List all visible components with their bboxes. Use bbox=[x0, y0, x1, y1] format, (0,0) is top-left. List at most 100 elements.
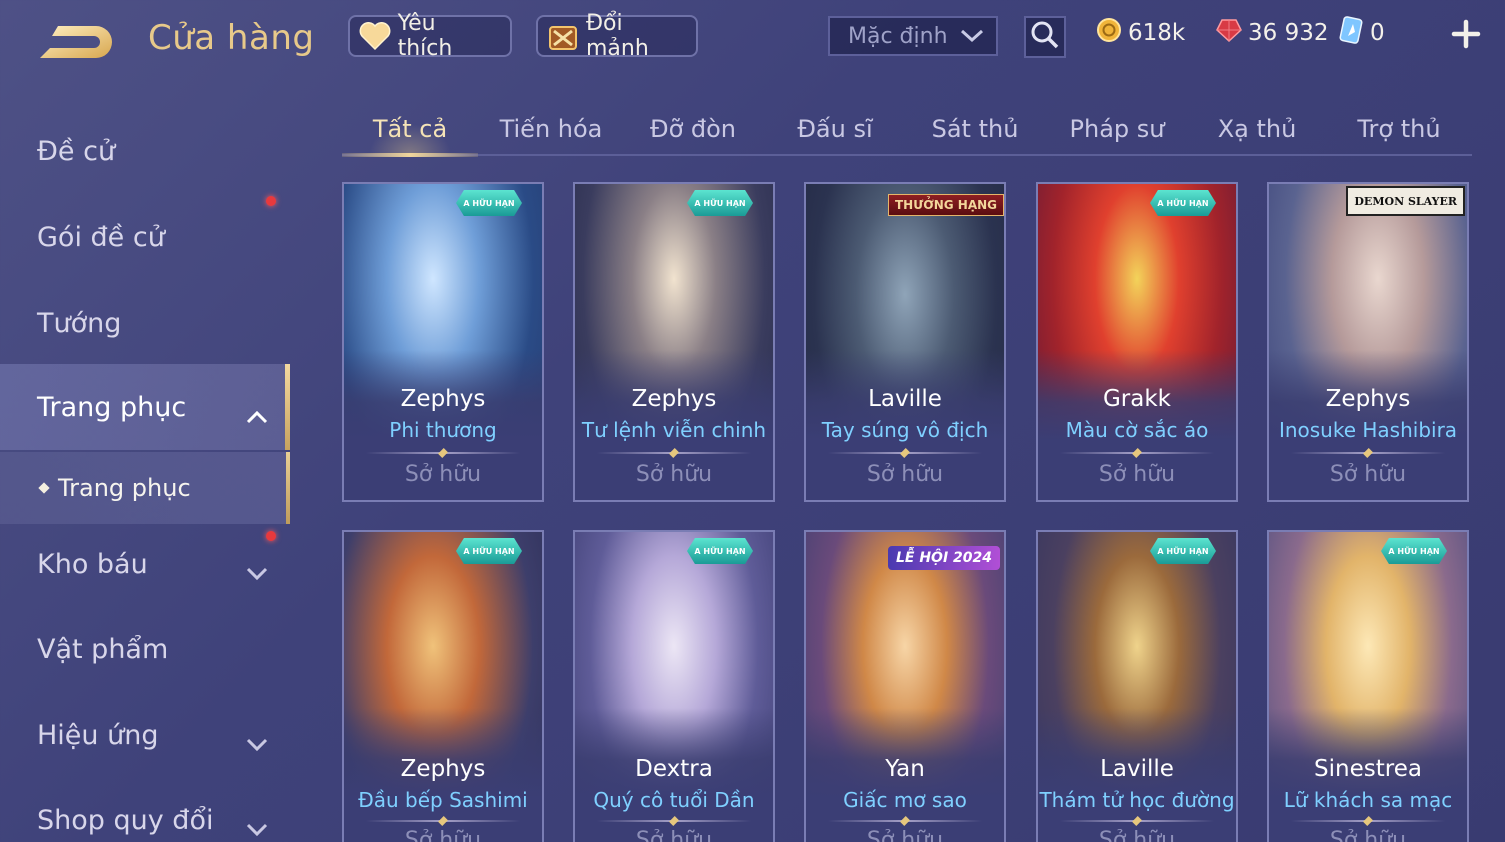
tab-mage[interactable]: Pháp sư bbox=[1050, 104, 1184, 154]
chevron-up-icon bbox=[246, 400, 268, 424]
back-arrow-icon[interactable] bbox=[36, 18, 116, 64]
tab-label: Pháp sư bbox=[1069, 115, 1165, 143]
hero-name: Laville bbox=[1100, 756, 1174, 782]
skin-name: Tay súng vô địch bbox=[821, 418, 989, 442]
card-divider bbox=[1060, 452, 1214, 454]
card-divider bbox=[366, 820, 520, 822]
owned-status: Sở hữu bbox=[866, 462, 944, 487]
heart-icon bbox=[358, 19, 392, 53]
tab-support[interactable]: Trợ thủ bbox=[1332, 104, 1466, 154]
exchange-label: Đổi mảnh bbox=[586, 11, 649, 61]
owned-status: Sở hữu bbox=[1098, 828, 1176, 842]
sidebar-subitem-label: Trang phục bbox=[58, 474, 191, 502]
category-tabs: Tất cả Tiến hóa Đỡ đòn Đấu sĩ Sát thủ Ph… bbox=[342, 104, 1472, 157]
sidebar-item-label: Hiệu ứng bbox=[37, 719, 159, 751]
card-divider bbox=[366, 452, 520, 454]
sidebar-item-recommended[interactable]: Đề cử bbox=[0, 108, 290, 194]
skin-card[interactable]: A HỮU HẠN Zephys Đầu bếp Sashimi Sở hữu bbox=[342, 530, 544, 842]
sidebar-item-effects[interactable]: Hiệu ứng bbox=[0, 692, 290, 778]
ruby-icon bbox=[1216, 17, 1242, 49]
hero-name: Yan bbox=[885, 756, 925, 782]
skin-card[interactable]: A HỮU HẠN Grakk Màu cờ sắc áo Sở hữu bbox=[1036, 182, 1238, 502]
sort-dropdown[interactable]: Mặc định bbox=[828, 16, 998, 56]
tab-assassin[interactable]: Sát thủ bbox=[908, 104, 1042, 154]
skin-card[interactable]: THƯỞNG HẠNG Laville Tay súng vô địch Sở … bbox=[804, 182, 1006, 502]
owned-status: Sở hữu bbox=[635, 828, 713, 842]
tab-marksman[interactable]: Xạ thủ bbox=[1190, 104, 1324, 154]
gem-balance: 36 932 bbox=[1216, 18, 1328, 48]
voucher-balance: 0 bbox=[1338, 16, 1385, 48]
hero-name: Zephys bbox=[400, 386, 486, 412]
tab-label: Tiến hóa bbox=[499, 115, 603, 143]
sidebar-item-label: Trang phục bbox=[37, 391, 187, 423]
chevron-down-icon bbox=[246, 557, 268, 581]
tab-label: Xạ thủ bbox=[1217, 115, 1297, 143]
sidebar-item-label: Kho báu bbox=[37, 548, 148, 580]
sidebar-item-label: Tướng bbox=[37, 307, 122, 339]
limited-badge: A HỮU HẠN bbox=[687, 190, 753, 216]
owned-status: Sở hữu bbox=[1329, 828, 1407, 842]
sidebar-item-exchange-shop[interactable]: Shop quy đổi bbox=[0, 777, 290, 842]
search-icon bbox=[1030, 20, 1060, 54]
skin-name: Giấc mơ sao bbox=[843, 788, 967, 812]
hero-name: Laville bbox=[868, 386, 942, 412]
limited-badge: A HỮU HẠN bbox=[1150, 538, 1216, 564]
sidebar: Đề cử Gói đề cử Tướng Trang phục Trang p… bbox=[0, 100, 290, 842]
sort-value: Mặc định bbox=[848, 23, 948, 49]
favorites-button[interactable]: Yêu thích bbox=[348, 11, 512, 61]
festival-badge: LỄ HỘI 2024 bbox=[887, 546, 1000, 570]
notification-dot bbox=[266, 196, 276, 206]
limited-badge: A HỮU HẠN bbox=[1381, 538, 1447, 564]
skin-card[interactable]: A HỮU HẠN Dextra Quý cô tuổi Dần Sở hữu bbox=[573, 530, 775, 842]
exchange-fragments-button[interactable]: Đổi mảnh bbox=[536, 11, 698, 61]
tab-tank[interactable]: Đỡ đòn bbox=[626, 104, 760, 154]
notification-dot bbox=[266, 531, 276, 541]
skin-card[interactable]: A HỮU HẠN Sinestrea Lữ khách sa mạc Sở h… bbox=[1267, 530, 1469, 842]
chevron-down-icon bbox=[246, 813, 268, 837]
gold-amount: 618k bbox=[1128, 20, 1186, 46]
fragment-chest-icon bbox=[546, 19, 580, 53]
sidebar-item-recommended-bundles[interactable]: Gói đề cử bbox=[0, 194, 290, 280]
search-button[interactable] bbox=[1024, 16, 1066, 58]
owned-status: Sở hữu bbox=[404, 828, 482, 842]
hero-name: Grakk bbox=[1102, 386, 1171, 412]
bullet-diamond-icon bbox=[38, 482, 50, 494]
limited-badge: A HỮU HẠN bbox=[1150, 190, 1216, 216]
tab-all[interactable]: Tất cả bbox=[342, 104, 478, 157]
hero-name: Zephys bbox=[631, 386, 717, 412]
sidebar-item-treasure[interactable]: Kho báu bbox=[0, 521, 290, 607]
card-divider bbox=[828, 820, 982, 822]
top-bar: Cửa hàng Yêu thích Đổi mảnh Mặc định 618… bbox=[0, 0, 1505, 80]
collab-logo-badge: DEMON SLAYER bbox=[1346, 186, 1465, 216]
skin-card[interactable]: DEMON SLAYER Zephys Inosuke Hashibira Sở… bbox=[1267, 182, 1469, 502]
gold-coin-icon bbox=[1096, 17, 1122, 49]
skin-name: Inosuke Hashibira bbox=[1278, 418, 1458, 442]
tab-label: Tất cả bbox=[372, 115, 448, 143]
skin-card[interactable]: A HỮU HẠN Laville Thám tử học đường Sở h… bbox=[1036, 530, 1238, 842]
owned-status: Sở hữu bbox=[404, 462, 482, 487]
card-divider bbox=[828, 452, 982, 454]
skin-name: Đầu bếp Sashimi bbox=[358, 788, 528, 812]
sidebar-item-label: Vật phẩm bbox=[37, 633, 169, 665]
sidebar-subitem-skins[interactable]: Trang phục bbox=[0, 452, 290, 524]
gem-amount: 36 932 bbox=[1248, 20, 1329, 46]
skin-name: Thám tử học đường bbox=[1039, 788, 1235, 812]
gold-balance: 618k bbox=[1096, 18, 1185, 48]
tab-fighter[interactable]: Đấu sĩ bbox=[768, 104, 902, 154]
chevron-down-icon bbox=[246, 728, 268, 752]
skin-name: Phi thương bbox=[389, 418, 497, 442]
skin-card[interactable]: LỄ HỘI 2024 Yan Giấc mơ sao Sở hữu bbox=[804, 530, 1006, 842]
sidebar-item-items[interactable]: Vật phẩm bbox=[0, 606, 290, 692]
sidebar-item-heroes[interactable]: Tướng bbox=[0, 280, 290, 366]
chevron-down-icon bbox=[960, 24, 984, 49]
plus-icon[interactable] bbox=[1448, 16, 1484, 52]
page-title: Cửa hàng bbox=[148, 18, 315, 58]
card-divider bbox=[597, 452, 751, 454]
owned-status: Sở hữu bbox=[1098, 462, 1176, 487]
tab-label: Đỡ đòn bbox=[649, 115, 737, 143]
tab-evolution[interactable]: Tiến hóa bbox=[484, 104, 618, 154]
skin-card[interactable]: A HỮU HẠN Zephys Tư lệnh viễn chinh Sở h… bbox=[573, 182, 775, 502]
sidebar-item-skins[interactable]: Trang phục bbox=[0, 364, 290, 450]
skin-name: Màu cờ sắc áo bbox=[1065, 418, 1209, 442]
skin-card[interactable]: A HỮU HẠN Zephys Phi thương Sở hữu bbox=[342, 182, 544, 502]
